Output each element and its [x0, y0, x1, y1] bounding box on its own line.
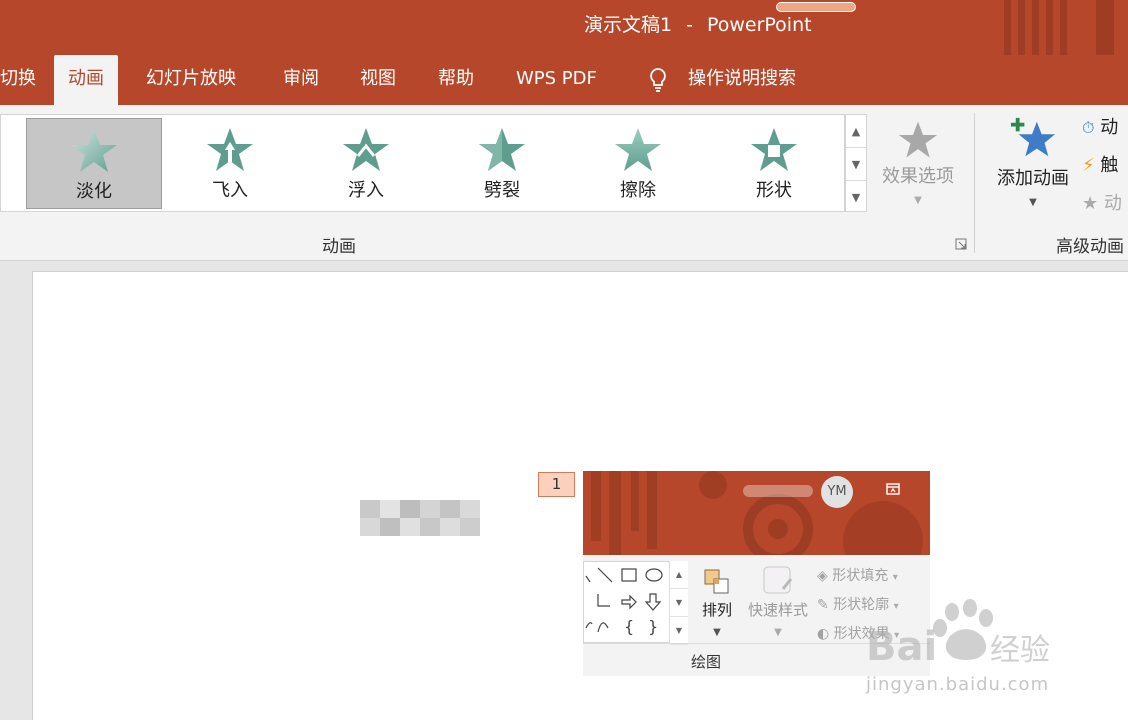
title-bar: 演示文稿1- PowerPoint — [0, 0, 1128, 55]
more-icon[interactable]: ▼ — [670, 617, 688, 645]
arrange-button[interactable]: 排列 ▼ — [695, 563, 739, 643]
shape-star-icon — [751, 128, 797, 171]
chevron-down-icon: ▼ — [914, 195, 922, 206]
shapes-scrollbar: ▲ ▼ ▼ — [669, 561, 688, 645]
tab-transitions[interactable]: 切换 — [0, 55, 36, 105]
tab-animations[interactable]: 动画 — [54, 55, 118, 105]
quick-styles-label: 快速样式 — [747, 601, 808, 619]
blurred-username — [743, 485, 813, 497]
watermark-brand: Bai — [866, 624, 937, 670]
animation-painter-button[interactable]: ★ 动 — [1082, 190, 1122, 218]
chevron-down-icon[interactable]: ▼ — [670, 589, 688, 617]
animation-pane-icon: ⏱ — [1082, 118, 1095, 137]
fade-star-icon — [71, 129, 117, 172]
ribbon-tabs: 切换 动画 幻灯片放映 审阅 视图 帮助 WPS PDF 操作说明搜索 — [0, 55, 1128, 105]
animation-label: 劈裂 — [484, 180, 520, 201]
gallery-down-button[interactable]: ▼ — [846, 148, 866, 181]
watermark-brand-cn: 经验 — [990, 633, 1050, 668]
gallery-up-button[interactable]: ▲ — [846, 115, 866, 148]
watermark-url: jingyan.baidu.com — [866, 674, 1050, 695]
animation-fly-in[interactable]: 飞入 — [162, 118, 298, 209]
tab-slideshow[interactable]: 幻灯片放映 — [146, 55, 236, 105]
tab-review[interactable]: 审阅 — [283, 55, 319, 105]
document-name: 演示文稿1 — [584, 14, 673, 36]
shapes-icons: { } — [585, 567, 663, 636]
shape-effects-icon: ◐ — [817, 626, 830, 642]
tab-help[interactable]: 帮助 — [438, 55, 474, 105]
pen-icon: ✎ — [817, 597, 829, 613]
animation-painter-label: 动 — [1103, 193, 1122, 214]
window-title: 演示文稿1- PowerPoint — [584, 10, 812, 37]
svg-text:}: } — [648, 617, 658, 636]
svg-text:{: { — [624, 617, 634, 636]
gallery-scrollbar: ▲ ▼ ▼ — [845, 114, 867, 212]
chevron-down-icon: ▼ — [713, 627, 721, 638]
quick-styles-button[interactable]: 快速样式 ▼ — [743, 563, 813, 643]
arrange-label: 排列 — [701, 601, 732, 619]
lightning-icon: ⚡ — [1082, 155, 1095, 176]
title-separator: - — [686, 14, 693, 36]
chevron-down-icon: ▼ — [1029, 197, 1037, 208]
trigger-button[interactable]: ⚡ 触 — [1082, 152, 1118, 180]
chevron-down-icon: ▾ — [892, 572, 898, 583]
add-animation-button[interactable]: 添加动画 ▼ — [986, 116, 1080, 226]
animation-pane-button[interactable]: ⏱ 动 — [1082, 114, 1118, 142]
shape-fill-button[interactable]: ◈ 形状填充 ▾ — [817, 565, 898, 585]
ribbon-separator — [974, 113, 975, 253]
chevron-up-icon: ▲ — [851, 124, 861, 138]
dialog-launcher-icon[interactable] — [955, 238, 967, 250]
advanced-animation-group-label: 高级动画 — [1056, 237, 1124, 257]
ribbon-display-icon — [886, 483, 900, 495]
animation-fade[interactable]: 淡化 — [26, 118, 162, 209]
animation-split[interactable]: 劈裂 — [434, 118, 570, 209]
animation-label: 浮入 — [348, 180, 384, 201]
drawing-group-label: 绘图 — [691, 653, 722, 671]
add-animation-label: 添加动画 — [997, 168, 1069, 189]
animation-label: 飞入 — [212, 180, 248, 201]
chevron-down-icon: ▼ — [851, 157, 861, 171]
add-animation-star-icon — [1010, 117, 1056, 157]
animation-shape[interactable]: 形状 — [706, 118, 842, 209]
animation-order-tag[interactable]: 1 — [538, 472, 575, 497]
float-in-star-icon — [343, 128, 389, 171]
avatar: YM — [821, 476, 853, 508]
gallery-more-button[interactable]: ▼ — [846, 181, 866, 213]
chevron-up-icon[interactable]: ▲ — [670, 561, 688, 589]
animation-label: 擦除 — [620, 180, 656, 201]
animation-float-in[interactable]: 浮入 — [298, 118, 434, 209]
more-icon: ▼ — [851, 190, 861, 204]
lightbulb-icon[interactable] — [648, 67, 668, 93]
pixelated-text — [342, 498, 482, 538]
wipe-star-icon — [615, 128, 661, 171]
chevron-down-icon: ▼ — [774, 627, 782, 638]
painter-star-icon: ★ — [1082, 193, 1099, 214]
split-star-icon — [479, 128, 525, 171]
screenshot-header: YM — [583, 471, 930, 555]
animation-label: 形状 — [756, 180, 792, 201]
animation-pane-label: 动 — [1100, 117, 1119, 138]
tab-wps-pdf[interactable]: WPS PDF — [516, 55, 597, 105]
animation-label: 淡化 — [76, 181, 112, 202]
app-name: PowerPoint — [706, 14, 812, 36]
effect-options-button[interactable]: 效果选项 ▼ — [872, 118, 964, 218]
quick-styles-icon — [763, 566, 793, 594]
arrange-icon — [704, 569, 729, 594]
paint-bucket-icon: ◈ — [817, 568, 828, 584]
effect-star-icon — [898, 121, 938, 158]
effect-options-label: 效果选项 — [882, 166, 954, 187]
header-decoration — [591, 471, 923, 555]
account-pill[interactable] — [776, 2, 856, 12]
animation-wipe[interactable]: 擦除 — [570, 118, 706, 209]
animation-group-label: 动画 — [322, 237, 356, 257]
fly-in-star-icon — [207, 128, 253, 171]
shape-fill-label: 形状填充 — [832, 568, 889, 584]
tab-view[interactable]: 视图 — [360, 55, 396, 105]
tell-me-search[interactable]: 操作说明搜索 — [688, 55, 796, 105]
trigger-label: 触 — [1100, 155, 1119, 176]
